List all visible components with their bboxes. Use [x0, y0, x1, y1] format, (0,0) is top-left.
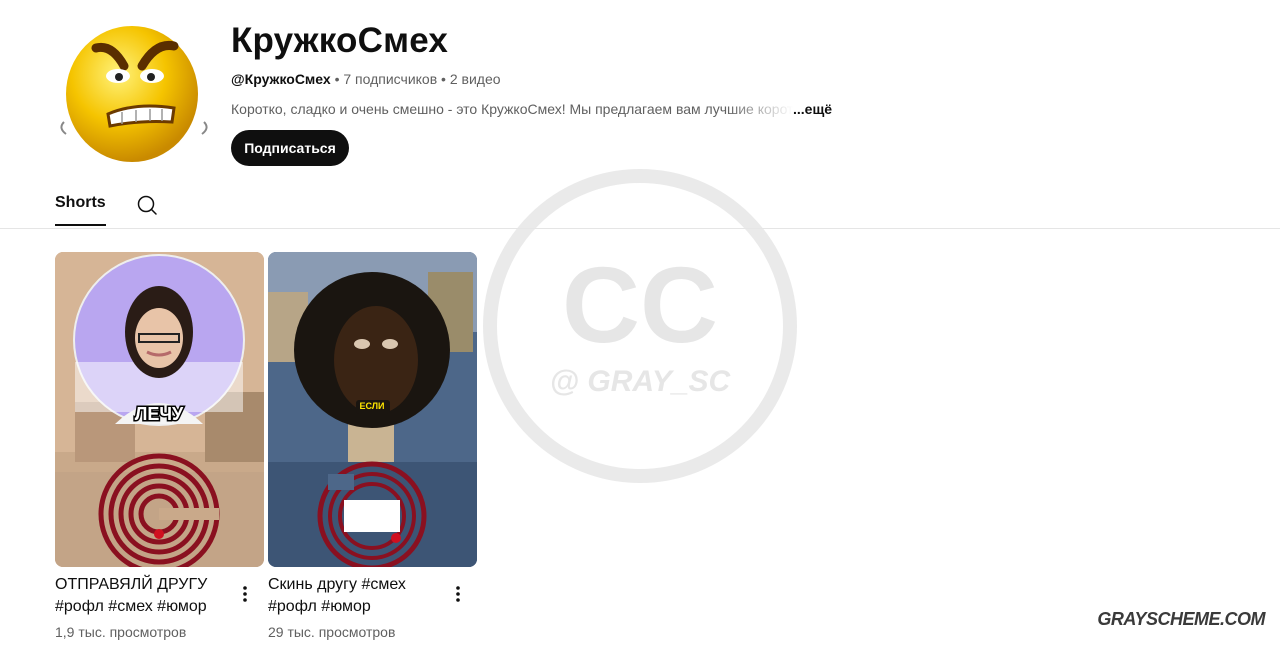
channel-description[interactable]: Коротко, сладко и очень смешно - это Кру… — [231, 101, 832, 117]
more-vert-icon[interactable] — [235, 584, 255, 604]
channel-description-text: Коротко, сладко и очень смешно - это Кру… — [231, 101, 793, 117]
thumbnail-caption: ЕСЛИ — [359, 401, 384, 411]
watermark-handle-text: @ GRAY_SC — [550, 365, 732, 398]
channel-meta: @КружкоСмех • 7 подписчиков • 2 видео — [231, 71, 501, 87]
channel-tabs: Shorts — [0, 185, 1280, 229]
meta-separator: • — [441, 71, 446, 87]
subscriber-count: 7 подписчиков — [343, 71, 438, 87]
channel-title: КружкоСмех — [231, 21, 449, 60]
channel-avatar[interactable] — [56, 22, 212, 166]
subscribe-button[interactable]: Подписаться — [231, 130, 349, 166]
meta-separator: • — [334, 71, 340, 87]
short-views: 29 тыс. просмотров — [268, 624, 396, 640]
short-card[interactable]: ЕСЛИ Скинь другу #смех #рофл #юмор 29 ты… — [268, 252, 477, 640]
corner-watermark: GRAYSCHEME.COM — [1097, 609, 1265, 629]
description-more-link[interactable]: ...ещё — [793, 101, 832, 117]
search-icon[interactable] — [136, 194, 158, 216]
more-vert-icon[interactable] — [448, 584, 468, 604]
short-title[interactable]: Скинь другу #смех #рофл #юмор — [268, 574, 438, 618]
video-count: 2 видео — [449, 71, 501, 87]
short-views: 1,9 тыс. просмотров — [55, 624, 187, 640]
short-thumbnail[interactable]: ЕСЛИ — [268, 252, 477, 567]
short-title[interactable]: ОТПРАВЯЛЙ ДРУГУ #рофл #смех #юмор — [55, 574, 225, 618]
watermark-cc-text: CC — [562, 244, 718, 365]
thumbnail-caption: ЛЕЧУ — [135, 404, 184, 424]
channel-handle: @КружкоСмех — [231, 71, 331, 87]
tab-shorts[interactable]: Shorts — [55, 194, 106, 226]
short-thumbnail[interactable]: ЛЕЧУ — [55, 252, 264, 567]
short-card[interactable]: ЛЕЧУ ОТПРАВЯЛЙ ДРУГУ #рофл #смех #юмор 1… — [55, 252, 264, 640]
